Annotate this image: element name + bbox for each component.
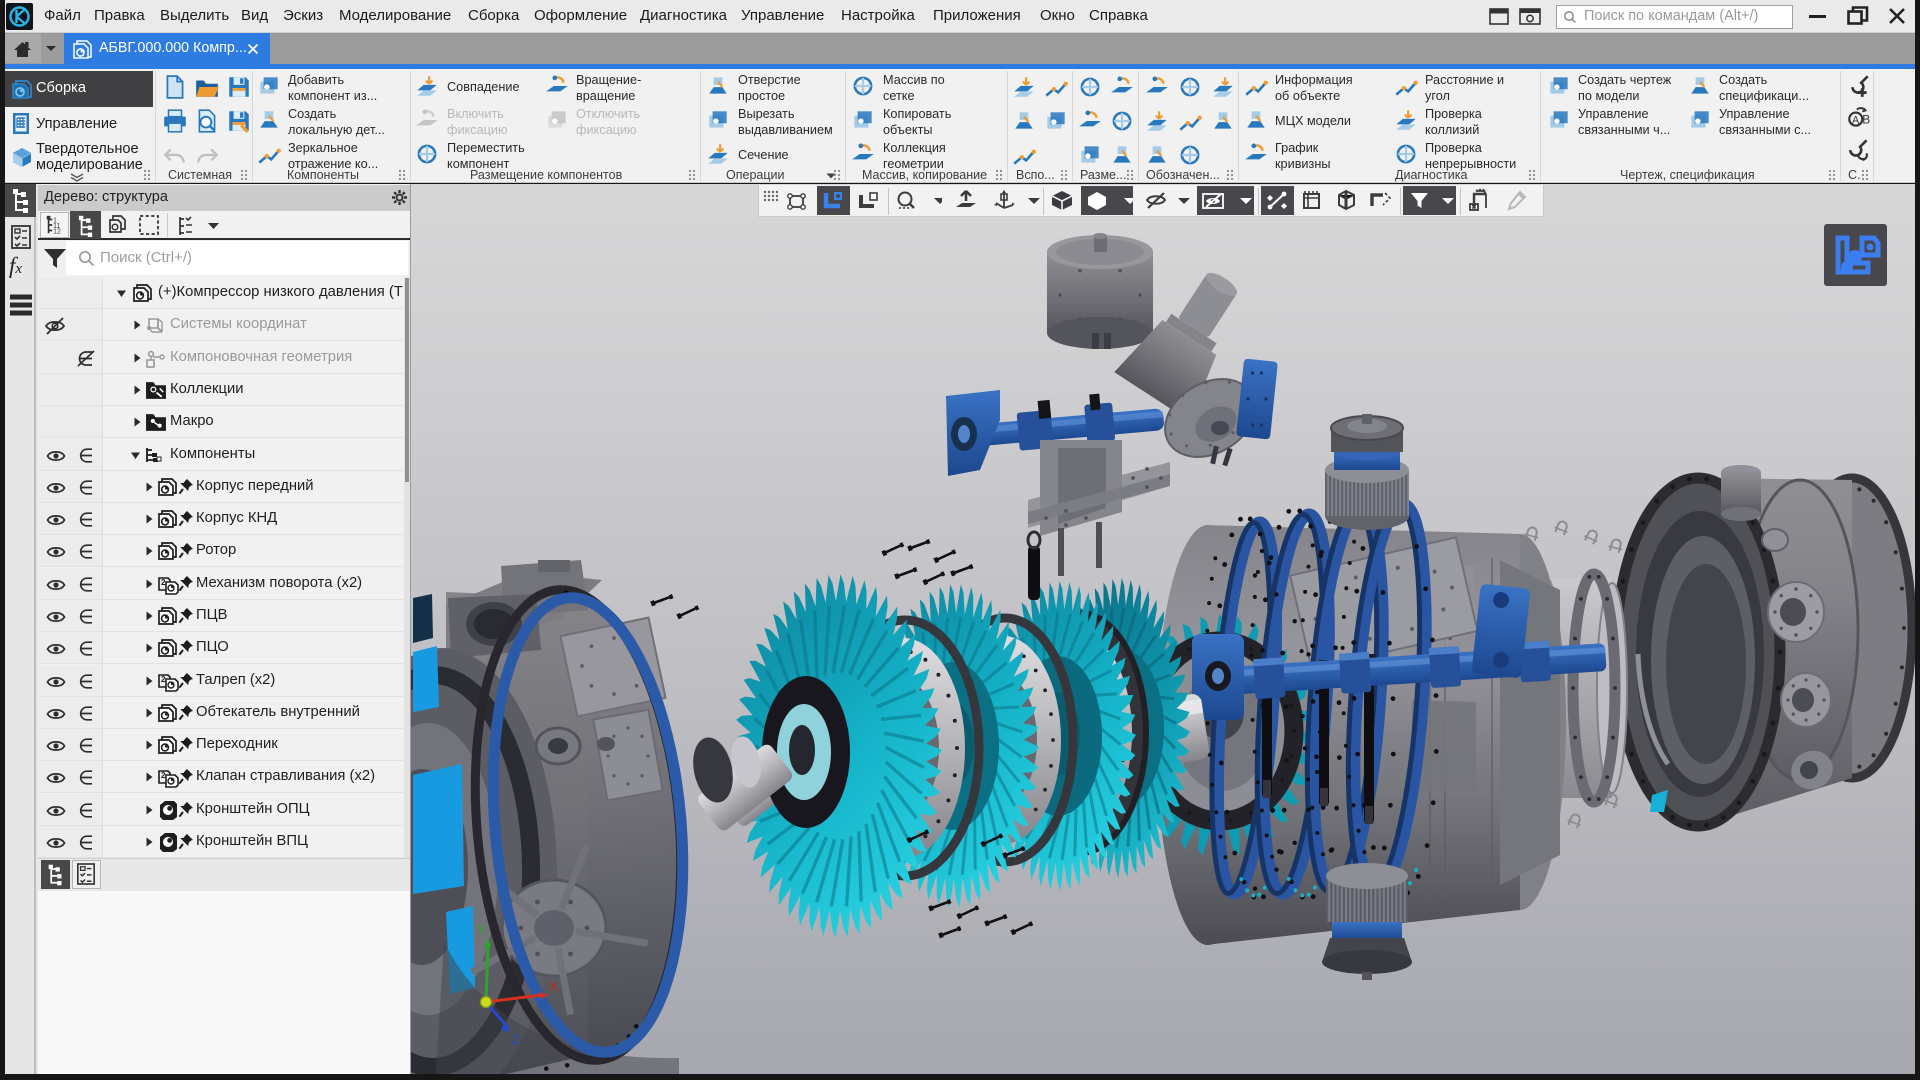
svg-text:B: B	[1862, 112, 1870, 126]
svg-text:12: 12	[53, 228, 61, 235]
svg-text:Z: Z	[512, 1032, 520, 1047]
svg-text:Y: Y	[477, 922, 486, 937]
svg-text:X: X	[549, 979, 558, 994]
svg-text:A: A	[1852, 114, 1860, 126]
